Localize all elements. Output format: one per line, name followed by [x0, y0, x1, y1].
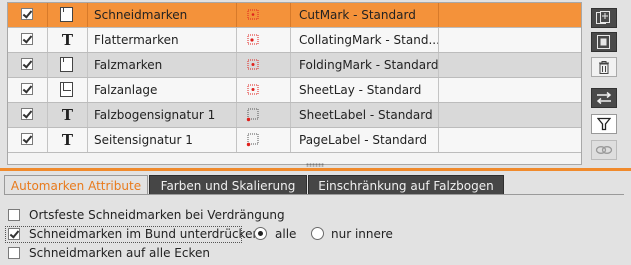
tab-einschraenkung-auf-falzbogen[interactable]: Einschränkung auf Falzbogen	[308, 175, 504, 195]
enabled-checkbox[interactable]	[21, 83, 33, 95]
table-row[interactable]: T Seitensignatur 1 PageLabel - Standard	[8, 128, 581, 153]
mark-name: Seitensignatur 1	[88, 128, 237, 152]
text-T-icon: T	[48, 28, 88, 52]
text-T-icon: T	[48, 128, 88, 152]
add-mark-button[interactable]	[591, 8, 617, 28]
page-label-mark-icon	[246, 133, 259, 147]
sheet-lay-mark-icon	[247, 84, 259, 95]
trash-icon	[599, 60, 609, 74]
table-row[interactable]: Falzmarken FoldingMark - Standard	[8, 53, 581, 78]
tab-underline	[4, 194, 624, 195]
accent-separator	[0, 168, 631, 171]
sheet-lay-icon	[60, 82, 73, 97]
tab-automarken-attribute[interactable]: Automarken Attribute	[4, 175, 148, 195]
radio-all[interactable]	[254, 227, 267, 240]
mark-definition: CollatingMark - Stand...	[291, 28, 439, 52]
add-mark-icon	[596, 11, 610, 24]
mark-name: Flattermarken	[88, 28, 237, 52]
table-row[interactable]: Schneidmarken CutMark - Standard	[8, 3, 581, 28]
enabled-checkbox[interactable]	[21, 58, 33, 70]
swap-icon	[596, 91, 612, 105]
duplicate-button[interactable]	[591, 32, 617, 52]
enabled-checkbox[interactable]	[21, 8, 33, 20]
table-row[interactable]: T Falzbogensignatur 1 SheetLabel - Stand…	[8, 103, 581, 128]
fixed-cut-marks-checkbox[interactable]	[8, 209, 20, 221]
suppress-in-spine-checkbox[interactable]	[8, 228, 20, 240]
tab-farben-und-skalierung[interactable]: Farben und Skalierung	[149, 175, 307, 195]
document-icon	[60, 7, 73, 22]
mark-definition: SheetLabel - Standard	[291, 103, 439, 127]
text-T-icon: T	[48, 103, 88, 127]
mark-name: Schneidmarken	[88, 3, 237, 27]
mark-definition: FoldingMark - Standard	[291, 53, 439, 77]
radio-inner-only-label: nur innere	[331, 227, 393, 241]
all-corners-label: Schneidmarken auf alle Ecken	[29, 246, 210, 260]
mark-name: Falzbogensignatur 1	[88, 103, 237, 127]
filter-button[interactable]	[591, 114, 617, 134]
duplicate-icon	[597, 35, 610, 49]
delete-button[interactable]	[591, 57, 617, 77]
grip-dots-icon	[306, 163, 324, 167]
fixed-cut-marks-label: Ortsfeste Schneidmarken bei Verdrängung	[29, 208, 285, 222]
mark-definition: PageLabel - Standard	[291, 128, 439, 152]
marks-table: Schneidmarken CutMark - Standard T Flatt…	[7, 2, 582, 165]
all-corners-checkbox[interactable]	[8, 247, 20, 259]
radio-all-label: alle	[275, 227, 297, 241]
table-row[interactable]: T Flattermarken CollatingMark - Stand...	[8, 28, 581, 53]
suppress-in-spine-label: Schneidmarken im Bund unterdrücken	[29, 227, 261, 241]
mark-definition: CutMark - Standard	[291, 3, 439, 27]
collating-mark-icon	[247, 34, 259, 45]
radio-inner-only[interactable]	[311, 227, 324, 240]
folding-mark-icon	[247, 59, 259, 70]
sheet-label-mark-icon	[246, 108, 259, 122]
mark-definition: SheetLay - Standard	[291, 78, 439, 102]
swap-button[interactable]	[591, 88, 617, 108]
cut-mark-icon	[247, 9, 259, 20]
link-button[interactable]	[591, 140, 617, 160]
enabled-checkbox[interactable]	[21, 33, 33, 45]
link-icon	[595, 146, 613, 154]
enabled-checkbox[interactable]	[21, 108, 33, 120]
table-row[interactable]: Falzanlage SheetLay - Standard	[8, 78, 581, 103]
document-icon	[60, 57, 73, 72]
mark-name: Falzanlage	[88, 78, 237, 102]
mark-name: Falzmarken	[88, 53, 237, 77]
filter-icon	[597, 117, 611, 131]
enabled-checkbox[interactable]	[21, 133, 33, 145]
